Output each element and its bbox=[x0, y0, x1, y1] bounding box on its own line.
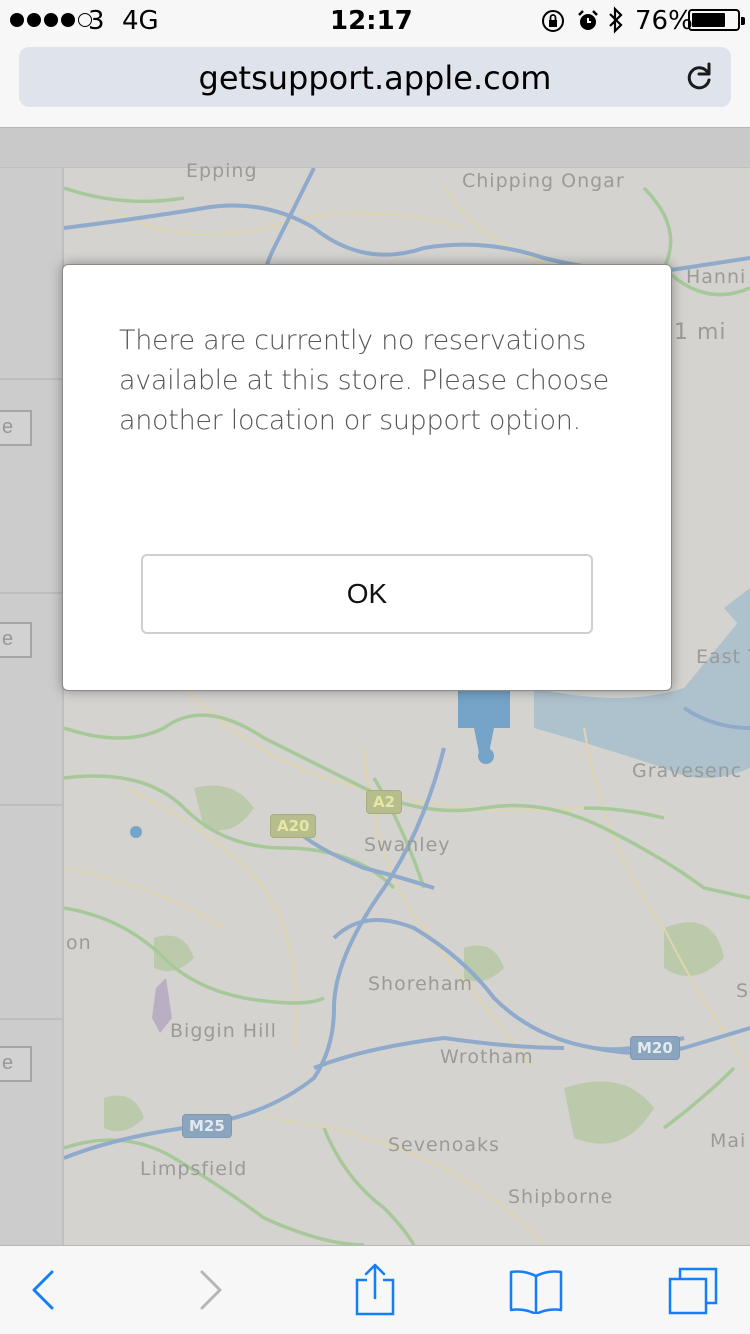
dialog-message: There are currently no reservations avai… bbox=[119, 325, 609, 436]
url-text[interactable]: getsupport.apple.com bbox=[19, 59, 731, 97]
reload-icon[interactable] bbox=[681, 59, 717, 95]
signal-strength-icon bbox=[10, 13, 92, 27]
alarm-icon bbox=[578, 10, 598, 30]
alert-dialog: There are currently no reservations avai… bbox=[62, 264, 672, 691]
browser-toolbar bbox=[0, 1245, 750, 1334]
back-icon[interactable] bbox=[30, 1268, 56, 1312]
forward-icon[interactable] bbox=[198, 1268, 224, 1312]
status-bar: 3 4G 12:17 76% bbox=[0, 0, 750, 40]
bookmarks-icon[interactable] bbox=[508, 1268, 564, 1314]
address-bar[interactable]: getsupport.apple.com bbox=[19, 47, 731, 107]
carrier-name: 3 bbox=[88, 6, 105, 36]
tabs-icon[interactable] bbox=[666, 1266, 720, 1316]
browser-navigation-bar: getsupport.apple.com bbox=[0, 40, 750, 128]
battery-icon bbox=[688, 9, 745, 31]
battery-percentage: 76% bbox=[635, 6, 693, 36]
bluetooth-icon bbox=[609, 6, 623, 34]
share-icon[interactable] bbox=[354, 1262, 396, 1316]
ok-button[interactable]: OK bbox=[141, 554, 593, 634]
clock: 12:17 bbox=[330, 6, 413, 36]
network-type: 4G bbox=[122, 6, 159, 36]
orientation-lock-icon bbox=[542, 10, 564, 32]
